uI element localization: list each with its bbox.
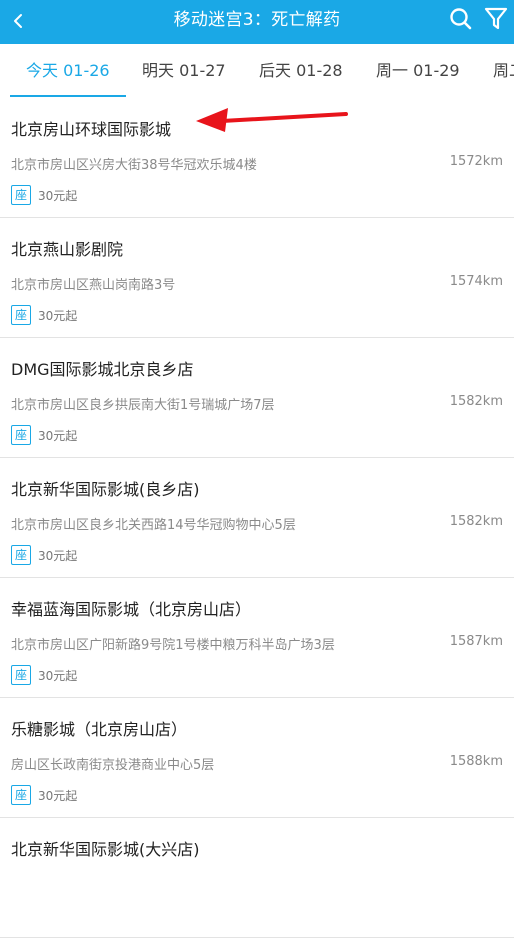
- cinema-address: 房山区长政南街京投港商业中心5层: [11, 758, 215, 773]
- cinema-distance: 1582km: [449, 394, 503, 409]
- cinema-name: 北京燕山影剧院: [11, 240, 124, 259]
- seat-badge: 座: [11, 545, 31, 565]
- cinema-name: DMG国际影城北京良乡店: [11, 360, 194, 379]
- cinema-address: 北京市房山区广阳新路9号院1号楼中粮万科半岛广场3层: [11, 638, 335, 653]
- tab-tomorrow[interactable]: 明天 01-27: [142, 44, 226, 98]
- tab-day-after-tomorrow[interactable]: 后天 01-28: [259, 44, 343, 98]
- list-item[interactable]: 北京新华国际影城(良乡店) 北京市房山区良乡北关西路14号华冠购物中心5层 15…: [0, 458, 514, 578]
- search-button[interactable]: [448, 6, 474, 32]
- cinema-address: 北京市房山区良乡北关西路14号华冠购物中心5层: [11, 518, 296, 533]
- cinema-distance: 1582km: [449, 514, 503, 529]
- list-item[interactable]: 乐糖影城（北京房山店） 房山区长政南街京投港商业中心5层 1588km 座 30…: [0, 698, 514, 818]
- tab-tuesday[interactable]: 周二: [493, 44, 514, 98]
- filter-button[interactable]: [483, 5, 509, 33]
- cinema-price: 30元起: [38, 429, 78, 443]
- cinema-name: 乐糖影城（北京房山店）: [11, 720, 188, 739]
- list-item[interactable]: 北京燕山影剧院 北京市房山区燕山岗南路3号 1574km 座 30元起: [0, 218, 514, 338]
- cinema-list: 北京房山环球国际影城 北京市房山区兴房大街38号华冠欢乐城4楼 1572km 座…: [0, 98, 514, 938]
- cinema-price: 30元起: [38, 789, 78, 803]
- cinema-address: 北京市房山区燕山岗南路3号: [11, 278, 176, 293]
- cinema-price: 30元起: [38, 189, 78, 203]
- search-icon: [450, 8, 472, 30]
- seat-badge: 座: [11, 665, 31, 685]
- cinema-price: 30元起: [38, 309, 78, 323]
- filter-icon: [484, 7, 508, 30]
- cinema-name: 北京新华国际影城(大兴店): [11, 840, 200, 859]
- seat-badge: 座: [11, 425, 31, 445]
- cinema-price: 30元起: [38, 669, 78, 683]
- cinema-distance: 1572km: [449, 154, 503, 169]
- top-bar: 移动迷宫3：死亡解药: [0, 0, 514, 44]
- cinema-name: 北京新华国际影城(良乡店): [11, 480, 200, 499]
- tab-today[interactable]: 今天 01-26: [26, 44, 110, 98]
- cinema-address: 北京市房山区良乡拱辰南大街1号瑞城广场7层: [11, 398, 275, 413]
- seat-badge: 座: [11, 305, 31, 325]
- cinema-distance: 1588km: [449, 754, 503, 769]
- page-title: 移动迷宫3：死亡解药: [173, 10, 341, 30]
- date-tabs: 今天 01-26 明天 01-27 后天 01-28 周一 01-29 周二: [0, 44, 514, 99]
- list-item[interactable]: 北京新华国际影城(大兴店): [0, 818, 514, 938]
- active-tab-indicator: [10, 95, 126, 97]
- cinema-price: 30元起: [38, 549, 78, 563]
- cinema-distance: 1587km: [449, 634, 503, 649]
- arrow-shaft: [220, 112, 348, 123]
- list-item[interactable]: 幸福蓝海国际影城（北京房山店） 北京市房山区广阳新路9号院1号楼中粮万科半岛广场…: [0, 578, 514, 698]
- cinema-distance: 1574km: [449, 274, 503, 289]
- list-item[interactable]: DMG国际影城北京良乡店 北京市房山区良乡拱辰南大街1号瑞城广场7层 1582k…: [0, 338, 514, 458]
- cinema-address: 北京市房山区兴房大街38号华冠欢乐城4楼: [11, 158, 257, 173]
- annotation-arrow-icon: [196, 108, 348, 132]
- tab-monday[interactable]: 周一 01-29: [376, 44, 460, 98]
- cinema-name: 北京房山环球国际影城: [11, 120, 172, 139]
- seat-badge: 座: [11, 185, 31, 205]
- cinema-name: 幸福蓝海国际影城（北京房山店）: [11, 600, 252, 619]
- seat-badge: 座: [11, 785, 31, 805]
